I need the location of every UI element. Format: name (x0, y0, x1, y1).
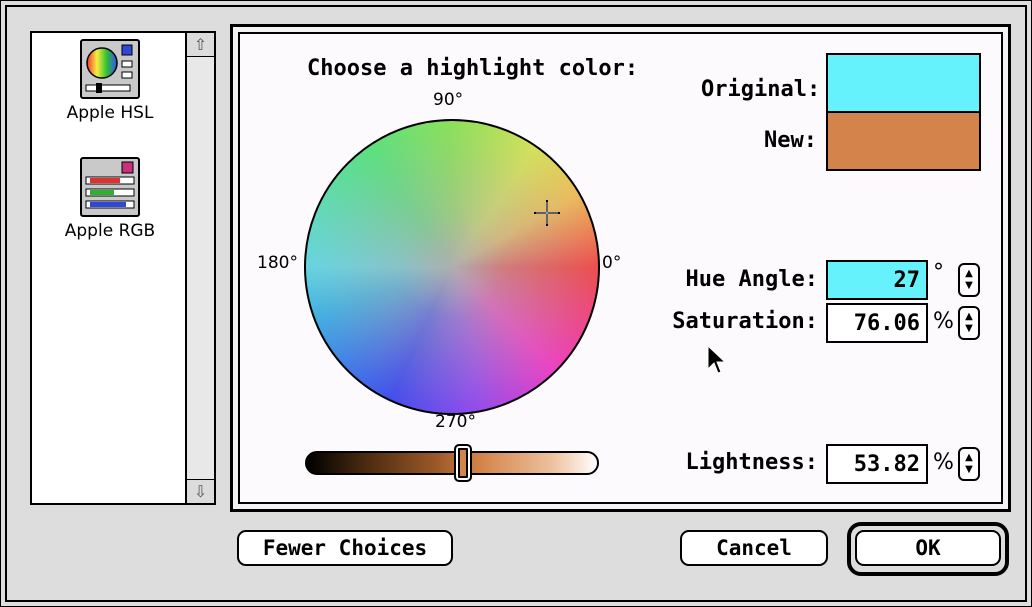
fewer-choices-button[interactable]: Fewer Choices (237, 530, 453, 566)
hue-unit: ° (933, 260, 944, 285)
scroll-up-arrow-icon[interactable]: ⇧ (187, 33, 214, 57)
rgb-picker-icon (80, 157, 140, 217)
new-color-swatch (826, 111, 981, 171)
cancel-button[interactable]: Cancel (680, 530, 828, 566)
arrow-up-icon: ▲ (965, 268, 973, 279)
ok-button[interactable]: OK (855, 530, 1001, 566)
mouse-pointer-icon (707, 345, 727, 374)
picker-item-label: Apple HSL (66, 103, 154, 123)
picker-list[interactable]: Apple HSL Apple RGB (30, 31, 187, 505)
wheel-label-90: 90° (433, 90, 464, 110)
arrow-up-icon: ▲ (965, 452, 973, 463)
wheel-label-0: 0° (602, 253, 622, 273)
color-picker-dialog: Apple HSL Apple RGB ⇧ ⇩ Choose a highlig… (0, 0, 1032, 607)
hsl-picker-icon (80, 39, 140, 99)
original-label: Original: (701, 77, 821, 102)
wheel-label-270: 270° (435, 412, 476, 432)
hue-angle-label: Hue Angle: (685, 267, 818, 292)
saturation-stepper[interactable]: ▲ ▼ (958, 306, 980, 340)
saturation-field[interactable]: 76.06 (826, 303, 928, 343)
saturation-unit: % (933, 309, 954, 334)
lightness-field[interactable]: 53.82 (826, 444, 928, 484)
color-wheel[interactable] (301, 116, 603, 418)
lightness-slider-track[interactable] (305, 451, 599, 475)
lightness-label: Lightness: (685, 450, 818, 475)
scroll-down-arrow-icon[interactable]: ⇩ (187, 479, 214, 503)
lightness-unit: % (933, 450, 954, 475)
saturation-label: Saturation: (672, 309, 818, 334)
arrow-down-icon: ▼ (965, 464, 973, 475)
panel-heading: Choose a highlight color: (307, 56, 639, 81)
picker-item-apple-rgb[interactable]: Apple RGB (50, 157, 170, 241)
hue-angle-field[interactable]: 27 (826, 260, 928, 300)
arrow-down-icon: ▼ (965, 323, 973, 334)
new-label: New: (764, 128, 817, 153)
wheel-label-180: 180° (257, 253, 298, 273)
picker-item-label: Apple RGB (64, 221, 156, 241)
hue-stepper[interactable]: ▲ ▼ (958, 263, 980, 297)
lightness-stepper[interactable]: ▲ ▼ (958, 447, 980, 481)
arrow-up-icon: ▲ (965, 311, 973, 322)
picker-item-apple-hsl[interactable]: Apple HSL (50, 39, 170, 123)
original-color-swatch (826, 53, 981, 113)
arrow-down-icon: ▼ (965, 280, 973, 291)
picker-list-scrollbar[interactable]: ⇧ ⇩ (185, 31, 216, 505)
lightness-slider-thumb[interactable] (454, 444, 473, 482)
